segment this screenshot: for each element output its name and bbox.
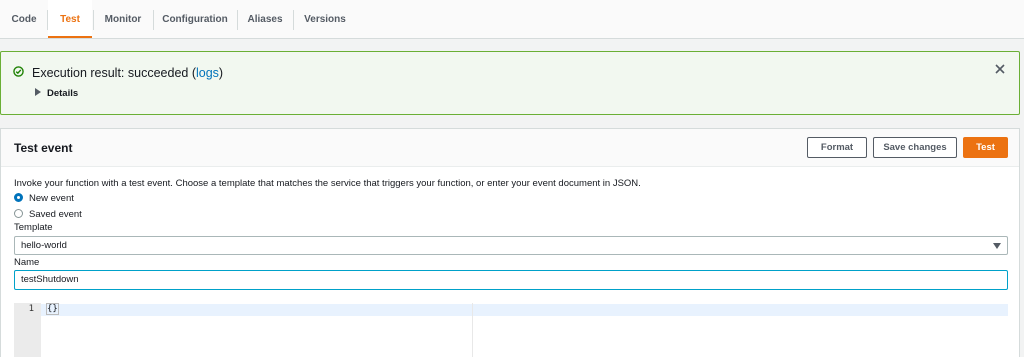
tab-divider bbox=[153, 10, 154, 30]
alert-title-prefix: Execution result: succeeded ( bbox=[32, 66, 196, 80]
alert-title: Execution result: succeeded (logs) bbox=[32, 66, 223, 80]
code-text: {} bbox=[46, 303, 59, 315]
caret-right-icon bbox=[35, 88, 41, 96]
tab-code[interactable]: Code bbox=[8, 0, 40, 38]
close-icon[interactable] bbox=[993, 62, 1007, 76]
details-label: Details bbox=[47, 88, 79, 99]
tab-versions[interactable]: Versions bbox=[298, 0, 352, 38]
editor-code[interactable]: {} bbox=[46, 303, 59, 315]
name-label: Name bbox=[14, 257, 40, 268]
tab-monitor[interactable]: Monitor bbox=[97, 0, 149, 38]
tab-bar: Code Test Monitor Configuration Aliases … bbox=[0, 0, 1024, 39]
event-name-value: testShutdown bbox=[21, 274, 79, 285]
alert-title-suffix: ) bbox=[218, 66, 224, 80]
test-event-panel: Test event Format Save changes Test Invo… bbox=[0, 128, 1020, 357]
format-button[interactable]: Format bbox=[807, 137, 867, 158]
tab-aliases[interactable]: Aliases bbox=[241, 0, 289, 38]
tab-divider bbox=[237, 10, 238, 30]
details-expander[interactable]: Details bbox=[35, 88, 78, 99]
save-changes-button[interactable]: Save changes bbox=[873, 137, 957, 158]
radio-unselected-icon bbox=[14, 209, 23, 218]
radio-selected-icon bbox=[14, 193, 23, 202]
json-editor[interactable]: 1 {} bbox=[14, 303, 1008, 357]
dropdown-caret-icon bbox=[993, 243, 1001, 249]
test-button[interactable]: Test bbox=[963, 137, 1008, 158]
panel-title: Test event bbox=[14, 141, 73, 155]
line-number: 1 bbox=[28, 304, 34, 314]
radio-saved-event-label: Saved event bbox=[29, 209, 82, 220]
event-name-input[interactable]: testShutdown bbox=[14, 270, 1008, 290]
tab-test[interactable]: Test bbox=[48, 0, 92, 38]
print-margin bbox=[472, 303, 473, 357]
template-select[interactable]: hello-world bbox=[14, 236, 1008, 255]
radio-new-event[interactable]: New event bbox=[14, 193, 74, 204]
radio-saved-event[interactable]: Saved event bbox=[14, 209, 82, 220]
execution-result-alert: Execution result: succeeded (logs) Detai… bbox=[0, 51, 1020, 115]
check-circle-icon bbox=[13, 66, 24, 77]
test-event-description: Invoke your function with a test event. … bbox=[14, 178, 641, 189]
tab-divider bbox=[93, 10, 94, 30]
tab-divider bbox=[293, 10, 294, 30]
active-line-highlight bbox=[41, 304, 1008, 316]
template-select-value: hello-world bbox=[21, 240, 67, 251]
logs-link[interactable]: logs bbox=[196, 66, 219, 80]
template-label: Template bbox=[14, 222, 53, 233]
radio-new-event-label: New event bbox=[29, 193, 74, 204]
panel-header: Test event Format Save changes Test bbox=[1, 129, 1019, 167]
tab-configuration[interactable]: Configuration bbox=[157, 0, 233, 38]
